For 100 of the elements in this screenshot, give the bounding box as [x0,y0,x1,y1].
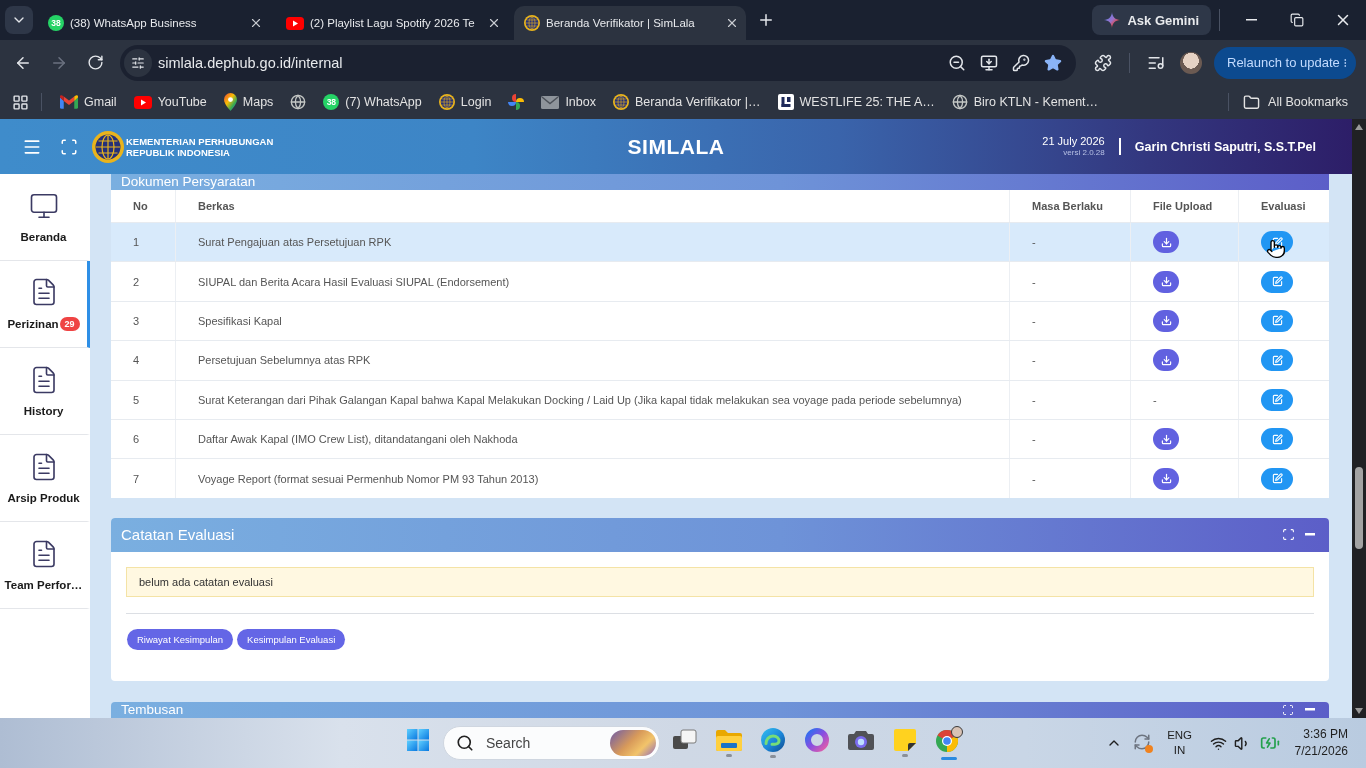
search-field[interactable]: Search [484,734,600,752]
download-icon [1160,276,1172,288]
sidebar-item[interactable]: Perizinan 29 [0,261,90,348]
scrollbar[interactable] [1352,119,1366,718]
close-icon [487,16,501,30]
search-icon [456,734,474,752]
bookmark-item[interactable]: Beranda Verifikator |… [605,88,768,116]
clock[interactable]: 3:36 PM 7/21/2026 [1284,723,1348,763]
relaunch-button[interactable]: Relaunch to update [1214,46,1356,79]
pinwheel-icon [508,94,525,110]
zoom-out-icon [948,53,966,72]
table-cell: Surat Keterangan dari Pihak Galangan Kapal bahwa Kapal Melakukan Docking / Laid Up (Jika kapal tidak melakukan sea voyage pada periode sebelumnya) [175,380,1009,419]
edit-icon [1271,354,1283,366]
count-badge: 38 [48,15,64,31]
download-button[interactable] [1153,467,1179,490]
bookmark-item[interactable]: 38 (7) WhatsApp [316,88,429,116]
bookmark-item[interactable]: YouTube [126,88,214,116]
download-icon [1160,473,1172,485]
download-button[interactable] [1153,270,1179,293]
edit-icon [1271,276,1283,288]
ask-button[interactable]: Ask Gemini [1092,5,1211,35]
puzzle-icon [1094,53,1112,72]
scrollbar-thumb[interactable] [1355,467,1363,549]
folder-icon [716,729,742,751]
table-cell-text: 2 [132,274,141,290]
edit-icon [1271,315,1283,327]
minus-icon [1305,708,1315,711]
site-info-button[interactable] [124,48,152,77]
table-cell: - [1009,459,1130,498]
org-name: KEMENTERIAN PERHUBUNGAN [126,135,274,147]
table-cell: Voyage Report (format sesuai Permenhub Nomor PM 93 Tahun 2013) [175,459,1009,498]
table-cell-text: 7 [132,471,141,487]
url-text: simlala.dephub.go.id/internal [158,54,344,71]
plus-icon [757,11,775,29]
emblem-logo-icon [92,130,124,163]
table-cell: - [1130,380,1238,419]
browser-tab[interactable]: Beranda Verifikator | SimLala [514,6,746,40]
video-play-icon [286,16,304,30]
scroll-up-icon[interactable] [1355,124,1363,130]
close-icon [249,16,263,30]
expand-button[interactable] [1281,702,1295,717]
download-button[interactable] [1153,349,1179,372]
sliders-icon [131,55,145,70]
download-button[interactable] [1153,428,1179,451]
download-button[interactable] [1153,231,1179,254]
envelope-icon [541,95,560,109]
minimize-icon [1245,19,1257,21]
all-bookmarks-button[interactable]: All Bookmarks [1239,88,1352,116]
table-cell-text: 1 [132,235,141,251]
table-cell: - [1009,341,1130,380]
edit-icon [1271,394,1283,406]
card-title: Dokumen Persyaratan [121,174,256,190]
highlight-picture[interactable] [610,730,656,756]
swirl-logo-icon [761,728,785,752]
grid-icon [11,93,29,111]
apps-button[interactable] [10,92,30,112]
download-button[interactable] [1153,309,1179,332]
windows-logo-icon [407,729,429,751]
bookmark-item[interactable]: Biro KTLN - Kement… [944,88,1106,116]
card-title: Catatan Evaluasi [121,526,235,544]
address-bar[interactable]: simlala.dephub.go.id/internal [120,44,1076,81]
key-icon [1012,53,1030,72]
action-button[interactable]: Riwayat Kesimpulan [127,628,234,650]
count-badge: 38 [323,94,340,110]
avatar-icon[interactable] [1180,51,1202,74]
square-logo-icon [777,94,794,110]
bookmark-item[interactable]: Inbox [534,88,603,116]
browser-tab[interactable]: 38 (38) WhatsApp Business [38,6,270,40]
table-cell: - [1009,262,1130,301]
emblem-icon [438,94,455,110]
emblem-icon [612,94,629,110]
expand-button[interactable] [1281,527,1295,542]
m-logo-icon [60,95,78,109]
hand-cursor-icon [1266,238,1286,260]
edit-icon [1271,433,1283,445]
camera-icon [848,730,874,750]
bookmark-item[interactable]: Maps [216,88,281,116]
version-text: versi 2.0.28 [1063,148,1105,158]
bookmark-item[interactable]: WESTLIFE 25: THE A… [770,88,942,116]
restore-icon [1290,13,1304,27]
folder-icon [1243,93,1261,111]
tab-search-button[interactable] [5,6,33,34]
org-name: REPUBLIK INDONESIA [126,146,231,158]
spark-icon [1104,12,1121,28]
bookmark-item[interactable]: Login [431,88,499,116]
table-cell-text: 5 [132,392,141,408]
expand-icon [1282,703,1294,716]
browser-tab[interactable]: (2) Playlist Lagu Spotify 2026 Te [276,6,508,40]
language-button[interactable]: ENG IN [1158,723,1201,763]
scroll-down-icon[interactable] [1355,708,1363,714]
table-cell-text: 6 [132,432,141,448]
install-icon [980,53,998,72]
tab-title: (2) Playlist Lagu Spotify 2026 Te [310,17,476,29]
bookmark-item[interactable]: Gmail [53,88,124,116]
search-bar[interactable]: Search [443,726,660,760]
card-title: Tembusan [121,701,184,718]
action-button[interactable]: Kesimpulan Evaluasi [237,628,346,650]
date-text: 21 July 2026 [1042,135,1105,148]
edit-icon [1271,473,1283,485]
edit-icon [1271,236,1283,248]
